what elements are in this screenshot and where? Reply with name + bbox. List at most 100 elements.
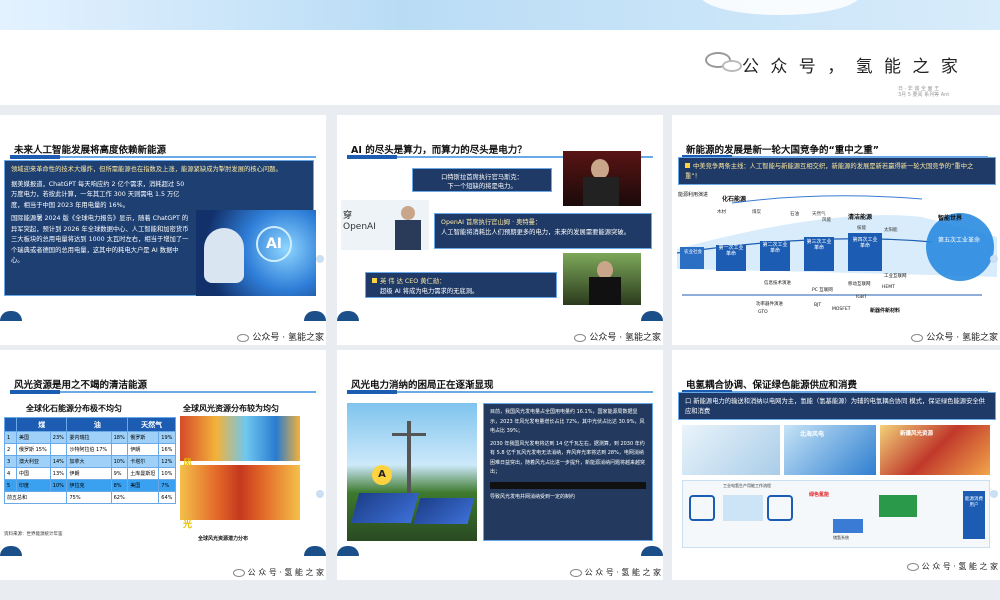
label-ev5: 第五次工业革命 xyxy=(937,237,980,244)
altman-photo: 穿 OpenAI xyxy=(341,200,429,250)
label-nuclear: 核能 xyxy=(857,226,866,231)
fossil-energy-table: 煤油天然气 1 美国 23% 委内瑞拉 18% 俄罗斯 19% 2 俄罗斯 15% 沙特阿拉伯 … xyxy=(3,417,176,504)
label-ev4: 第四次工业革命 xyxy=(852,237,878,249)
label-wind: 风能 xyxy=(822,218,831,223)
label-smart-world: 智能世界 xyxy=(938,215,963,222)
subtitle-left: 全球化石能源分布极不均匀 xyxy=(26,404,122,413)
wechat-icon xyxy=(906,562,919,571)
nav-dot xyxy=(990,490,998,498)
header-watermark-bar: 公 众 号 ， 氢 能 之 家 xyxy=(0,30,1000,105)
label-solar: 太阳能 xyxy=(884,228,898,233)
table-row: 4 中国 13% 伊朗 9% 土库曼斯坦 10% xyxy=(4,467,176,480)
slide-footer: 公 众 号 · 氢 能 之 家 xyxy=(232,567,324,578)
grid-map-image xyxy=(682,425,780,475)
slide-footer: 公 众 号 · 氢 能 之 家 xyxy=(569,567,661,578)
slide-footer: 公众号 · 氢能之家 xyxy=(237,330,324,343)
label-igbt: IGBT xyxy=(856,295,867,300)
slide-footer: 公众号 · 氢能之家 xyxy=(574,330,661,343)
slide-new-energy-competition[interactable]: 新能源的发展是新一轮大国竞争的“重中之重” 中美竞争两条主线：人工智能与新能源互… xyxy=(672,115,1000,345)
text-1: 目前，我国风光发电量占全国用电量约 16.1%，国家能源局数据显示，2023 年… xyxy=(490,409,645,434)
slide-footer: 公众号 · 氢能之家 xyxy=(911,330,998,343)
text-2: 2030 年我国风光发电将达到 14 亿千瓦左右，据测算，到 2030 年约有 … xyxy=(490,440,646,476)
intro-box: 中美竞争两条主线：人工智能与新能源互相交织，新能源的发展是新若赢得新一轮大国竞争… xyxy=(678,157,996,185)
corner-decor xyxy=(337,311,359,321)
nav-dot xyxy=(990,255,998,263)
consumption-textbox: 目前，我国风光发电量占全国用电量约 16.1%，国家能源局数据显示，2023 年… xyxy=(483,403,653,541)
slide-ai-compute-power[interactable]: AI 的尽头是算力，而算力的尽头是电力？ 口特斯拉首席执行官马斯克： 下一个短缺的… xyxy=(337,115,663,345)
label-mobile-internet: 移动互联网 xyxy=(848,282,871,287)
col-oil: 油 xyxy=(66,417,129,432)
label-mosfet: MOSFET xyxy=(832,307,851,312)
wechat-icon xyxy=(911,333,924,342)
wechat-icon xyxy=(232,568,245,577)
subtitle-right: 全球风光资源分布较为均匀 xyxy=(183,404,279,413)
label-power-device: 功率器件演进 xyxy=(756,302,783,307)
label-ev3: 第三次工业革命 xyxy=(806,239,832,251)
corner-decor xyxy=(337,546,359,556)
jensen-photo xyxy=(563,253,641,305)
slide-footer: 公 众 号 · 氢 能 之 家 xyxy=(906,561,998,572)
label-coal: 煤炭 xyxy=(752,210,761,215)
wind-resource-map xyxy=(180,416,300,461)
ai-circle-label: AI xyxy=(256,226,292,262)
table-row: 2 俄罗斯 15% 沙特阿拉伯 17% 伊朗 16% xyxy=(4,443,176,456)
nav-dot xyxy=(316,255,324,263)
label-bjt: BJT xyxy=(814,303,822,308)
wechat-bubble-small-icon xyxy=(722,60,742,72)
banner-glow xyxy=(700,0,860,15)
ai-robot-image: AI xyxy=(196,210,316,296)
slide-title: 新能源的发展是新一轮大国竞争的“重中之重” xyxy=(686,145,879,156)
text-3: 导致风光发电并网消纳受到一定的制约 xyxy=(490,493,576,500)
slide-title: 电氢耦合协调、保证绿色能源供应和消费 xyxy=(686,380,858,391)
top-banner xyxy=(0,0,1000,30)
label-energy-use: 能源利用演进 xyxy=(678,192,709,198)
intro-text: 领域迎来革命性的技术大爆炸，但所需能源也在指数及上涨，能源紧缺成为掣肘发展的核心… xyxy=(11,166,282,173)
slide-title: 风光电力消纳的困局正在逐渐显现 xyxy=(351,380,494,391)
col-gas: 天然气 xyxy=(127,417,176,432)
watermark-stamp: 日 · 非 诚 全 面 王 3月 5 要闻 系列等 Ant xyxy=(898,86,950,98)
label-wood: 木材 xyxy=(717,210,726,215)
label-hemt: HEMT xyxy=(882,285,895,290)
watermark-text: 公 众 号 ， 氢 能 之 家 xyxy=(742,57,961,77)
slide-wind-solar-resources[interactable]: 风光资源是用之不竭的清洁能源 全球化石能源分布极不均匀 全球风光资源分布较为均匀… xyxy=(0,350,326,580)
slide-title: AI 的尽头是算力，而算力的尽头是电力？ xyxy=(351,145,527,156)
quote-altman: OpenAI 首席执行官山姆 · 奥特曼： 人工智能将消耗比人们预期更多的电力，未… xyxy=(434,213,652,249)
slide-title: 未来人工智能发展将高度依赖新能源 xyxy=(14,145,167,156)
col-coal: 煤 xyxy=(15,417,68,432)
robot-head-icon xyxy=(204,228,244,283)
solar-resource-map xyxy=(180,465,300,520)
paragraph-2: 国际能源署 2024 版《全球电力报告》显示，随着 ChatGPT 的异军突起，… xyxy=(11,215,189,264)
warning-sign-icon: A xyxy=(372,465,392,485)
wechat-icon xyxy=(574,333,587,342)
north-sea-map: 北海风电 xyxy=(784,425,876,475)
slide-ai-energy[interactable]: 未来人工智能发展将高度依赖新能源 领域迎来革命性的技术大爆炸，但所需能源也在指数… xyxy=(0,115,326,345)
quote-jensen: 英 伟 达 CEO 黄仁勋： 超级 AI 将成为电力需求的无底洞。 xyxy=(365,272,557,298)
label-pc-internet: PC 互联网 xyxy=(812,288,833,293)
wechat-icon xyxy=(569,568,582,577)
label-info-tech: 信息技术演进 xyxy=(764,281,791,286)
label-industrial-internet: 工业互联网 xyxy=(884,274,907,279)
table-total-row: 前五总和 75% 62% 64% xyxy=(3,491,176,504)
quote-musk: 口特斯拉首席执行官马斯克： 下一个短缺的将是电力。 xyxy=(412,168,552,192)
intro-box: 口 新能源电力的输送和消纳以电网为主，氢能（氢基能源）为辅的电氢耦合协同 模式，… xyxy=(678,392,996,420)
corner-decor xyxy=(0,546,22,556)
label-ev1: 第一次工业革命 xyxy=(718,245,744,257)
slide-title: 风光资源是用之不竭的清洁能源 xyxy=(14,380,148,391)
label-gto: GTO xyxy=(758,310,768,315)
xinjiang-resource-map: 新疆风光资源 xyxy=(880,425,990,475)
title-underline xyxy=(347,390,653,394)
title-underline xyxy=(10,390,316,394)
musk-photo xyxy=(563,151,641,206)
power-grid-illustration: A xyxy=(347,403,477,541)
electric-hydrogen-flow-diagram: 工业电氢生产用能工作流程 绿色氢能 储氢系统 能源消费用户 xyxy=(682,480,990,548)
slide-consumption-dilemma[interactable]: 风光电力消纳的困局正在逐渐显现 A 目前，我国风光发电量占全国用电量约 16.1… xyxy=(337,350,663,580)
corner-decor xyxy=(0,311,22,321)
wechat-icon xyxy=(237,333,250,342)
map-caption: 全球风光资源潜力分布 xyxy=(198,536,249,542)
table-row: 1 美国 23% 委内瑞拉 18% 俄罗斯 19% xyxy=(4,431,176,444)
corner-decor xyxy=(304,546,326,556)
label-agri: 农业社会 xyxy=(684,250,702,255)
label-fossil: 化石能源 xyxy=(722,196,747,203)
slide-electric-hydrogen-coupling[interactable]: 电氢耦合协调、保证绿色能源供应和消费 口 新能源电力的输送和消纳以电网为主，氢能… xyxy=(672,350,1000,580)
nav-dot xyxy=(316,490,324,498)
